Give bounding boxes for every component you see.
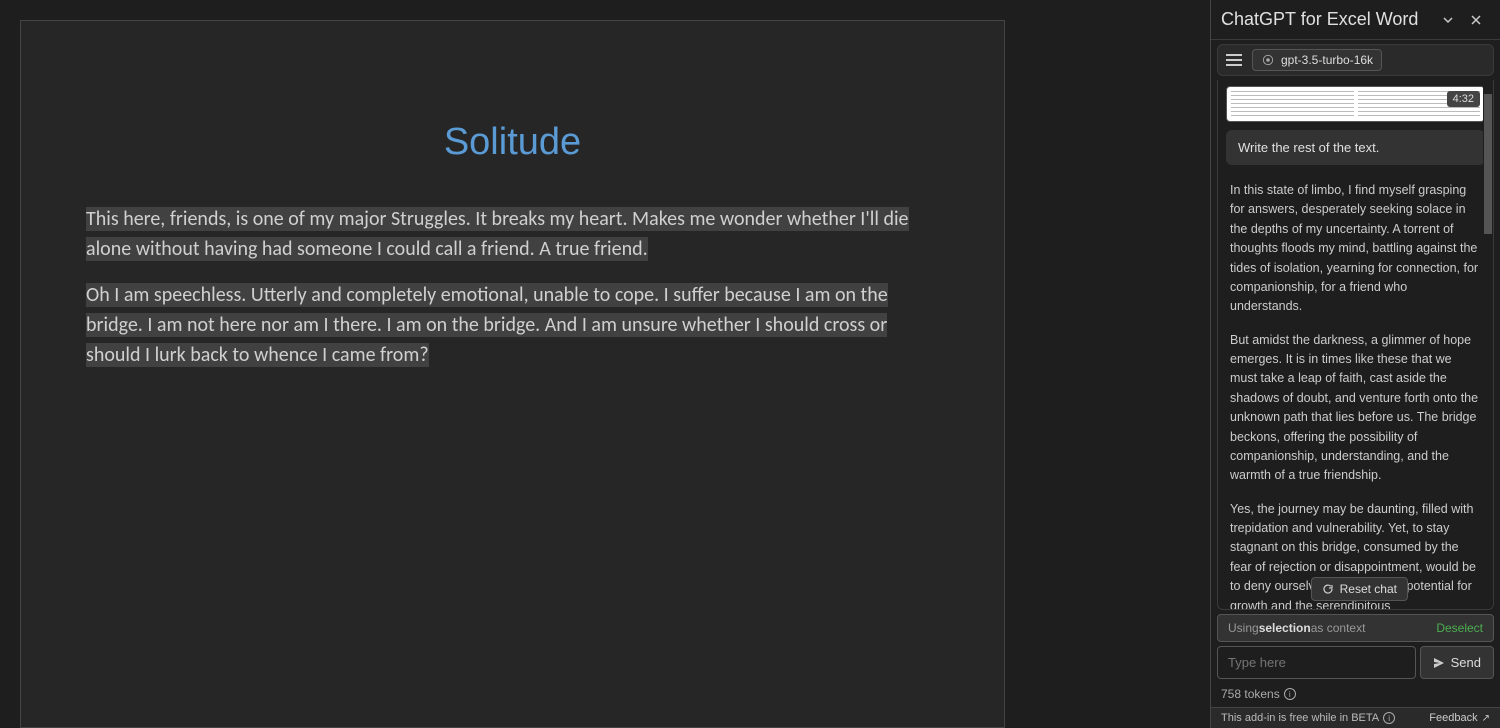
- chat-scrollbar-thumb[interactable]: [1484, 94, 1492, 234]
- input-row: Send: [1217, 646, 1494, 679]
- deselect-link[interactable]: Deselect: [1436, 621, 1483, 635]
- context-text-suffix: as context: [1311, 621, 1366, 635]
- document-area: Solitude This here, friends, is one of m…: [0, 0, 1210, 728]
- openai-icon: [1261, 53, 1275, 67]
- message-input[interactable]: [1217, 646, 1416, 679]
- token-row: 758 tokens i: [1211, 683, 1500, 707]
- hamburger-icon[interactable]: [1224, 50, 1244, 70]
- reset-chat-button[interactable]: Reset chat: [1311, 577, 1408, 601]
- beta-bar: This add-in is free while in BETA i Feed…: [1211, 707, 1500, 728]
- context-text-prefix: Using: [1228, 621, 1259, 635]
- panel-header: ChatGPT for Excel Word: [1211, 0, 1500, 40]
- send-button[interactable]: Send: [1420, 646, 1494, 679]
- document-paragraph-1[interactable]: This here, friends, is one of my major S…: [86, 204, 939, 264]
- context-preview[interactable]: 4:32: [1226, 86, 1485, 122]
- document-title: Solitude: [86, 121, 939, 164]
- model-selector[interactable]: gpt-3.5-turbo-16k: [1252, 49, 1382, 71]
- context-bar: Using selection as context Deselect: [1217, 614, 1494, 642]
- panel-title: ChatGPT for Excel Word: [1221, 9, 1434, 30]
- assistant-message: In this state of limbo, I find myself gr…: [1226, 177, 1485, 609]
- chat-scrollbar-track[interactable]: [1483, 80, 1493, 609]
- beta-info-icon[interactable]: i: [1383, 712, 1395, 724]
- close-icon[interactable]: [1462, 6, 1490, 34]
- chat-scroll[interactable]: 4:32 Write the rest of the text. In this…: [1218, 80, 1493, 609]
- chat-area: 4:32 Write the rest of the text. In this…: [1217, 80, 1494, 610]
- refresh-icon: [1322, 583, 1334, 595]
- send-icon: [1433, 657, 1445, 669]
- info-icon[interactable]: i: [1284, 688, 1296, 700]
- assistant-paragraph-1: In this state of limbo, I find myself gr…: [1230, 181, 1481, 317]
- panel-toolbar: gpt-3.5-turbo-16k: [1217, 44, 1494, 76]
- chevron-down-icon[interactable]: [1434, 6, 1462, 34]
- token-count: 758 tokens: [1221, 687, 1280, 701]
- context-text-bold: selection: [1259, 621, 1311, 635]
- panel-scrollbar-bottom[interactable]: [1480, 689, 1490, 699]
- document-paragraph-2[interactable]: Oh I am speechless. Utterly and complete…: [86, 280, 939, 370]
- model-name: gpt-3.5-turbo-16k: [1281, 53, 1373, 67]
- user-message: Write the rest of the text.: [1226, 130, 1485, 165]
- preview-time-badge: 4:32: [1447, 91, 1480, 107]
- document-page[interactable]: Solitude This here, friends, is one of m…: [20, 20, 1005, 728]
- beta-text: This add-in is free while in BETA: [1221, 712, 1379, 724]
- reset-chat-label: Reset chat: [1340, 582, 1397, 596]
- feedback-link[interactable]: Feedback: [1429, 712, 1490, 724]
- send-label: Send: [1451, 655, 1481, 670]
- assistant-paragraph-2: But amidst the darkness, a glimmer of ho…: [1230, 331, 1481, 486]
- chatgpt-side-panel: ChatGPT for Excel Word gpt-3.5-turbo-16k…: [1210, 0, 1500, 728]
